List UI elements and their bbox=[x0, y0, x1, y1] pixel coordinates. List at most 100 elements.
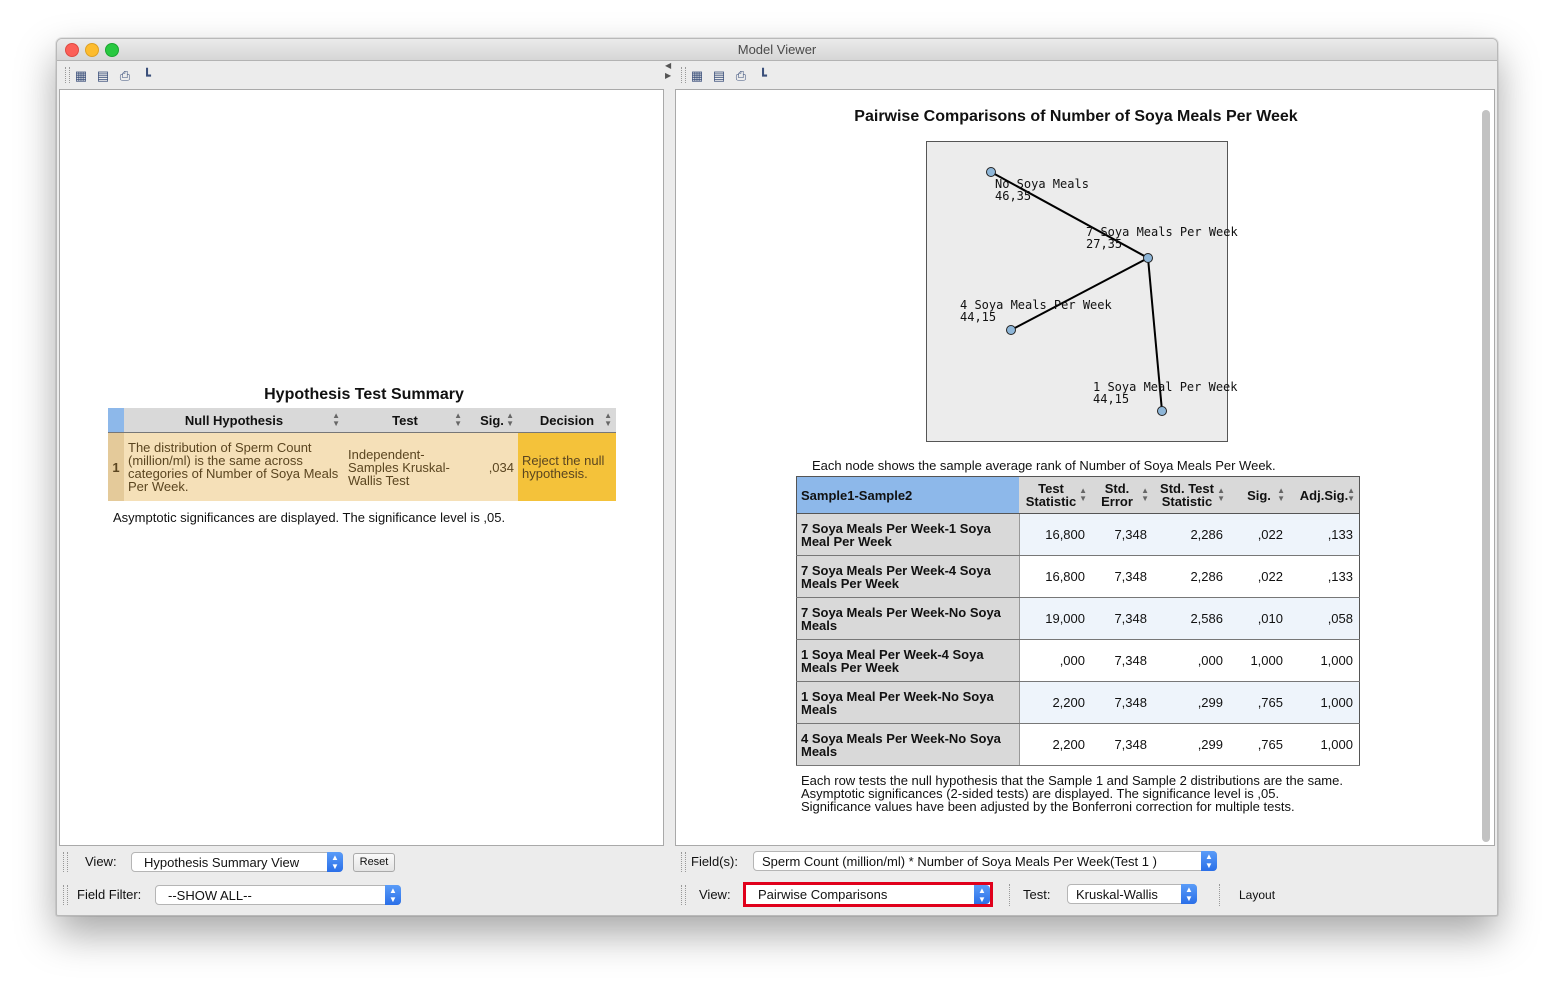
node-value: 44,15 bbox=[1093, 392, 1130, 406]
view-select[interactable]: Pairwise Comparisons ▲ ▼ bbox=[743, 882, 993, 907]
sort-icon[interactable]: ▲ ▼ bbox=[1347, 487, 1355, 503]
left-content-panel: Hypothesis Test Summary Null Hypothesis ▲… bbox=[59, 89, 664, 846]
col-label: Sig. bbox=[480, 412, 504, 428]
significance-note: Asymptotic significances are displayed. … bbox=[113, 510, 506, 525]
copy-data-icon[interactable]: ▤ bbox=[95, 68, 111, 83]
reset-button[interactable]: Reset bbox=[353, 853, 395, 872]
node-label: 1 Soya Meal Per Week 44,15 bbox=[1093, 381, 1238, 405]
tree-icon[interactable]: ┗ bbox=[755, 68, 771, 83]
sig-cell: ,010 bbox=[1229, 597, 1289, 640]
node-value: 27,35 bbox=[1086, 237, 1123, 251]
col-adj-sig[interactable]: Adj.Sig. ▲ ▼ bbox=[1289, 476, 1360, 514]
collapse-left-icon[interactable]: ◀ bbox=[665, 61, 671, 70]
fields-select[interactable]: Sperm Count (million/ml) * Number of Soy… bbox=[753, 851, 1217, 871]
print-icon[interactable]: ⎙ bbox=[117, 68, 133, 83]
view-select[interactable]: Hypothesis Summary View ▲ ▼ bbox=[131, 852, 343, 872]
sig-cell: ,034 bbox=[466, 432, 518, 501]
std-test-statistic-cell: ,299 bbox=[1153, 681, 1229, 724]
node-4-soya[interactable] bbox=[1006, 325, 1016, 335]
collapse-right-icon[interactable]: ▶ bbox=[665, 71, 671, 80]
adj-sig-cell: 1,000 bbox=[1289, 639, 1360, 682]
col-null-hypothesis[interactable]: Null Hypothesis ▲ ▼ bbox=[124, 408, 344, 433]
sort-icon[interactable]: ▲ ▼ bbox=[454, 412, 462, 428]
col-std-error[interactable]: Std. Error ▲ ▼ bbox=[1091, 476, 1153, 514]
col-sig[interactable]: Sig. ▲ ▼ bbox=[1229, 476, 1289, 514]
view-select-value: Hypothesis Summary View bbox=[144, 855, 300, 870]
pairwise-footnotes: Each row tests the null hypothesis that … bbox=[801, 774, 1361, 813]
chevron-updown-icon: ▲ ▼ bbox=[1201, 851, 1217, 871]
table-row[interactable]: 7 Soya Meals Per Week-4 Soya Meals Per W… bbox=[796, 555, 1360, 598]
col-label: Test bbox=[392, 412, 418, 428]
copy-data-icon[interactable]: ▤ bbox=[711, 68, 727, 83]
tree-icon[interactable]: ┗ bbox=[139, 68, 155, 83]
table-row[interactable]: 1 Soya Meal Per Week-4 Soya Meals Per We… bbox=[796, 639, 1360, 682]
footnote: Significance values have been adjusted b… bbox=[801, 799, 1295, 814]
vertical-scrollbar[interactable] bbox=[1482, 110, 1490, 842]
pair-cell: 4 Soya Meals Per Week-No Soya Meals bbox=[796, 723, 1020, 766]
node-no-soya[interactable] bbox=[986, 167, 996, 177]
title-bar: Model Viewer bbox=[57, 39, 1497, 61]
sort-icon[interactable]: ▲ ▼ bbox=[1277, 487, 1285, 503]
view-select-value: Pairwise Comparisons bbox=[758, 887, 888, 902]
copy-chart-icon[interactable]: ▦ bbox=[689, 68, 705, 83]
chevron-updown-icon: ▲ ▼ bbox=[385, 885, 401, 905]
adj-sig-cell: ,133 bbox=[1289, 513, 1360, 556]
sig-cell: ,022 bbox=[1229, 513, 1289, 556]
sort-icon[interactable]: ▲ ▼ bbox=[332, 412, 340, 428]
field-filter-label: Field Filter: bbox=[77, 887, 142, 902]
node-1-soya[interactable] bbox=[1157, 406, 1167, 416]
std-test-statistic-cell: 2,286 bbox=[1153, 555, 1229, 598]
print-icon[interactable]: ⎙ bbox=[733, 68, 749, 83]
col-label: Sig. bbox=[1247, 487, 1271, 503]
col-label: Std. Error bbox=[1101, 481, 1133, 509]
sort-icon[interactable]: ▲ ▼ bbox=[1217, 487, 1225, 503]
pairwise-table: Sample1-Sample2 Test Statistic ▲ ▼ Std. Er… bbox=[796, 476, 1360, 766]
col-sample-pair[interactable]: Sample1-Sample2 bbox=[796, 476, 1019, 514]
test-statistic-cell: 16,800 bbox=[1019, 555, 1091, 598]
col-std-test-statistic[interactable]: Std. Test Statistic ▲ ▼ bbox=[1153, 476, 1229, 514]
col-sig[interactable]: Sig. ▲ ▼ bbox=[466, 408, 518, 433]
null-hypothesis-cell: The distribution of Sperm Count (million… bbox=[124, 432, 344, 501]
table-row[interactable]: 1 Soya Meal Per Week-No Soya Meals 2,200… bbox=[796, 681, 1360, 724]
hypothesis-summary-table: Null Hypothesis ▲ ▼ Test ▲ ▼ Sig. ▲ ▼ Decision… bbox=[108, 408, 616, 501]
col-test-statistic[interactable]: Test Statistic ▲ ▼ bbox=[1019, 476, 1091, 514]
std-error-cell: 7,348 bbox=[1091, 555, 1153, 598]
sort-icon[interactable]: ▲ ▼ bbox=[1141, 487, 1149, 503]
toolbar-grip[interactable] bbox=[681, 67, 686, 83]
bar-grip[interactable] bbox=[681, 852, 686, 872]
sort-icon[interactable]: ▲ ▼ bbox=[604, 412, 612, 428]
bar-grip[interactable] bbox=[63, 852, 68, 872]
table-row[interactable]: 7 Soya Meals Per Week-No Soya Meals 19,0… bbox=[796, 597, 1360, 640]
field-filter-select[interactable]: --SHOW ALL-- ▲ ▼ bbox=[155, 885, 401, 905]
copy-chart-icon[interactable]: ▦ bbox=[73, 68, 89, 83]
col-test[interactable]: Test ▲ ▼ bbox=[344, 408, 466, 433]
col-decision[interactable]: Decision ▲ ▼ bbox=[518, 408, 616, 433]
table-row[interactable]: 7 Soya Meals Per Week-1 Soya Meal Per We… bbox=[796, 513, 1360, 556]
bar-grip[interactable] bbox=[681, 885, 686, 905]
std-test-statistic-cell: 2,286 bbox=[1153, 513, 1229, 556]
table-row[interactable]: 4 Soya Meals Per Week-No Soya Meals 2,20… bbox=[796, 723, 1360, 766]
right-view-bar: View: Pairwise Comparisons ▲ ▼ Test: Krus… bbox=[675, 878, 1495, 911]
view-label: View: bbox=[699, 887, 731, 902]
layout-button[interactable]: Layout bbox=[1239, 888, 1275, 902]
pairwise-title: Pairwise Comparisons of Number of Soya M… bbox=[854, 108, 1298, 125]
node-7-soya[interactable] bbox=[1143, 253, 1153, 263]
test-select[interactable]: Kruskal-Wallis ▲ ▼ bbox=[1067, 884, 1197, 904]
sort-icon[interactable]: ▲ ▼ bbox=[506, 412, 514, 428]
table-row[interactable]: 1 The distribution of Sperm Count (milli… bbox=[108, 432, 616, 501]
std-error-cell: 7,348 bbox=[1091, 597, 1153, 640]
field-filter-value: --SHOW ALL-- bbox=[168, 888, 252, 903]
std-test-statistic-cell: ,299 bbox=[1153, 723, 1229, 766]
panel-splitter[interactable]: ◀ ▶ bbox=[664, 61, 674, 913]
pairwise-network-graph: No Soya Meals 46,35 7 Soya Meals Per Week… bbox=[926, 141, 1238, 442]
col-label: Std. Test Statistic bbox=[1160, 481, 1214, 509]
bar-grip[interactable] bbox=[63, 885, 68, 905]
node-value: 44,15 bbox=[960, 310, 997, 324]
col-label: Adj.Sig. bbox=[1299, 487, 1349, 503]
graph-caption: Each node shows the sample average rank … bbox=[812, 458, 1276, 473]
model-viewer-window: Model Viewer ▦ ▤ ⎙ ┗ Hypothesis Test Sum… bbox=[56, 38, 1498, 916]
toolbar-grip[interactable] bbox=[65, 67, 70, 83]
hypothesis-summary-title: Hypothesis Test Summary bbox=[264, 386, 464, 403]
sort-icon[interactable]: ▲ ▼ bbox=[1079, 487, 1087, 503]
node-label: 7 Soya Meals Per Week 27,35 bbox=[1086, 226, 1238, 250]
